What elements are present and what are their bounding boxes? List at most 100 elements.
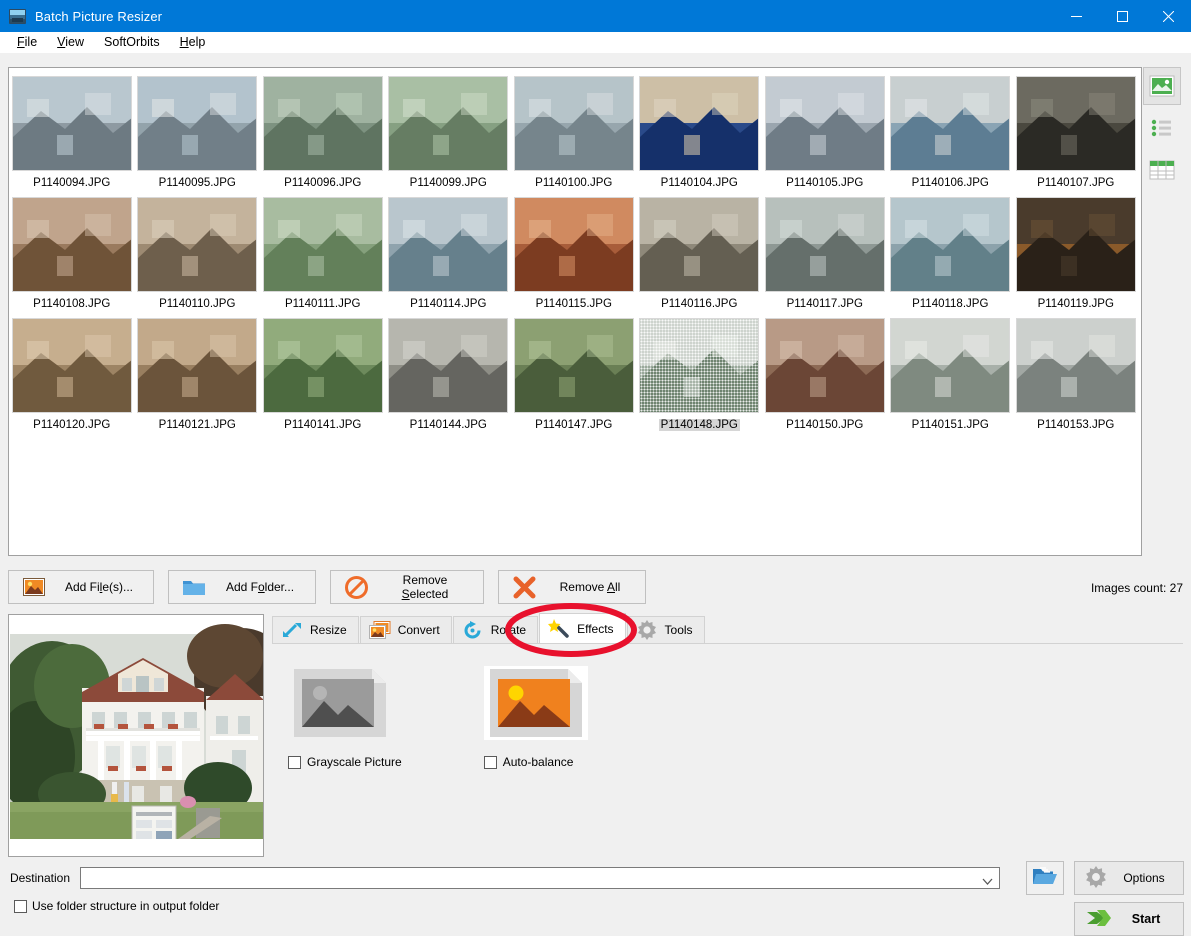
add-folder-button[interactable]: Add Folder... xyxy=(168,570,316,604)
convert-images-icon xyxy=(369,620,391,640)
thumbnail-item[interactable]: P1140150.JPG xyxy=(762,318,888,439)
thumbnail-label: P1140116.JPG xyxy=(661,298,737,310)
thumbnail-item[interactable]: P1140148.JPG xyxy=(637,318,763,439)
thumbnail-image[interactable] xyxy=(765,197,885,292)
red-x-icon xyxy=(511,575,537,599)
thumbnail-image[interactable] xyxy=(514,318,634,413)
color-photo-icon[interactable] xyxy=(484,666,588,740)
thumbnail-label: P1140106.JPG xyxy=(912,177,989,189)
thumbnail-image[interactable] xyxy=(514,76,634,171)
remove-all-button[interactable]: Remove All xyxy=(498,570,646,604)
tab-effects[interactable]: Effects xyxy=(539,613,625,643)
thumbnail-item[interactable]: P1140111.JPG xyxy=(260,197,386,318)
thumbnail-item[interactable]: P1140119.JPG xyxy=(1013,197,1139,318)
thumbnail-item[interactable]: P1140116.JPG xyxy=(637,197,763,318)
thumbnail-item[interactable]: P1140144.JPG xyxy=(386,318,512,439)
resize-arrows-icon xyxy=(281,620,303,640)
thumbnail-image[interactable] xyxy=(1016,76,1136,171)
thumbnail-item[interactable]: P1140095.JPG xyxy=(135,76,261,197)
maximize-button[interactable] xyxy=(1099,0,1145,32)
thumbnail-item[interactable]: P1140141.JPG xyxy=(260,318,386,439)
menu-help[interactable]: Help xyxy=(170,33,216,51)
remove-selected-button[interactable]: Remove Selected xyxy=(330,570,484,604)
thumbnail-item[interactable]: P1140099.JPG xyxy=(386,76,512,197)
thumbnail-item[interactable]: P1140118.JPG xyxy=(888,197,1014,318)
thumbnail-item[interactable]: P1140153.JPG xyxy=(1013,318,1139,439)
thumbnail-item[interactable]: P1140121.JPG xyxy=(135,318,261,439)
thumbnail-item[interactable]: P1140147.JPG xyxy=(511,318,637,439)
thumbnail-item[interactable]: P1140105.JPG xyxy=(762,76,888,197)
thumbnail-item[interactable]: P1140106.JPG xyxy=(888,76,1014,197)
thumbnail-image[interactable] xyxy=(263,197,383,292)
folder-structure-checkbox[interactable] xyxy=(14,900,27,913)
grayscale-photo-icon[interactable] xyxy=(288,666,392,740)
tab-convert[interactable]: Convert xyxy=(360,616,452,643)
thumbnail-image[interactable] xyxy=(514,197,634,292)
thumbnail-image[interactable] xyxy=(137,197,257,292)
thumbnail-image[interactable] xyxy=(137,76,257,171)
thumbnail-label: P1140105.JPG xyxy=(786,177,863,189)
thumbnail-image[interactable] xyxy=(263,76,383,171)
thumbnail-image[interactable] xyxy=(12,197,132,292)
menu-view[interactable]: View xyxy=(47,33,94,51)
tab-tools-label: Tools xyxy=(665,623,693,637)
thumbnail-item[interactable]: P1140151.JPG xyxy=(888,318,1014,439)
image-preview xyxy=(8,614,264,857)
tab-rotate[interactable]: Rotate xyxy=(453,616,538,643)
browse-destination-button[interactable] xyxy=(1026,861,1064,895)
thumbnail-item[interactable]: P1140100.JPG xyxy=(511,76,637,197)
thumbnail-image[interactable] xyxy=(12,318,132,413)
thumbnail-image[interactable] xyxy=(388,76,508,171)
folder-structure-row[interactable]: Use folder structure in output folder xyxy=(14,899,219,913)
add-files-button[interactable]: Add File(s)... xyxy=(8,570,154,604)
thumbnail-image[interactable] xyxy=(890,76,1010,171)
thumbnail-item[interactable]: P1140110.JPG xyxy=(135,197,261,318)
thumbnail-label: P1140110.JPG xyxy=(159,298,235,310)
thumbnail-image[interactable] xyxy=(137,318,257,413)
images-count-label: Images count: 27 xyxy=(1091,581,1183,595)
thumbnail-image[interactable] xyxy=(12,76,132,171)
thumbnails-view-button[interactable] xyxy=(1143,67,1181,105)
thumbnail-image[interactable] xyxy=(639,197,759,292)
thumbnail-item[interactable]: P1140115.JPG xyxy=(511,197,637,318)
effect-grayscale: Grayscale Picture xyxy=(288,666,402,769)
menu-file[interactable]: File xyxy=(7,33,47,51)
minimize-button[interactable] xyxy=(1053,0,1099,32)
thumbnail-image[interactable] xyxy=(890,318,1010,413)
thumbnail-item[interactable]: P1140117.JPG xyxy=(762,197,888,318)
thumbnail-item[interactable]: P1140104.JPG xyxy=(637,76,763,197)
thumbnail-item[interactable]: P1140094.JPG xyxy=(9,76,135,197)
close-button[interactable] xyxy=(1145,0,1191,32)
tab-resize[interactable]: Resize xyxy=(272,616,359,643)
file-list-panel[interactable]: P1140094.JPG P1140095.JPG P1140096.JPG P… xyxy=(8,67,1142,556)
start-button[interactable]: Start xyxy=(1074,902,1184,936)
thumbnail-item[interactable]: P1140114.JPG xyxy=(386,197,512,318)
thumbnail-item[interactable]: P1140120.JPG xyxy=(9,318,135,439)
autobalance-checkbox-row[interactable]: Auto-balance xyxy=(484,755,588,769)
destination-input[interactable] xyxy=(80,867,1000,889)
thumbnail-item[interactable]: P1140107.JPG xyxy=(1013,76,1139,197)
menu-softorbits[interactable]: SoftOrbits xyxy=(94,33,170,51)
file-toolbar: Add File(s)... Add Folder... Remove Sele… xyxy=(8,570,646,604)
thumbnail-image[interactable] xyxy=(765,318,885,413)
thumbnail-image[interactable] xyxy=(890,197,1010,292)
grayscale-checkbox[interactable] xyxy=(288,756,301,769)
thumbnail-item[interactable]: P1140096.JPG xyxy=(260,76,386,197)
app-picture-icon xyxy=(9,9,26,24)
thumbnail-image[interactable] xyxy=(1016,318,1136,413)
thumbnail-image[interactable] xyxy=(263,318,383,413)
chevron-down-icon[interactable] xyxy=(982,874,993,888)
thumbnail-image[interactable] xyxy=(388,318,508,413)
grayscale-checkbox-row[interactable]: Grayscale Picture xyxy=(288,755,402,769)
thumbnail-image[interactable] xyxy=(639,76,759,171)
thumbnail-image[interactable] xyxy=(765,76,885,171)
list-view-button[interactable] xyxy=(1143,109,1181,147)
thumbnail-item[interactable]: P1140108.JPG xyxy=(9,197,135,318)
options-button[interactable]: Options xyxy=(1074,861,1184,895)
thumbnail-image[interactable] xyxy=(388,197,508,292)
thumbnail-image[interactable] xyxy=(1016,197,1136,292)
thumbnail-image[interactable] xyxy=(639,318,759,413)
tab-tools[interactable]: Tools xyxy=(627,616,705,643)
autobalance-checkbox[interactable] xyxy=(484,756,497,769)
details-view-button[interactable] xyxy=(1143,151,1181,189)
